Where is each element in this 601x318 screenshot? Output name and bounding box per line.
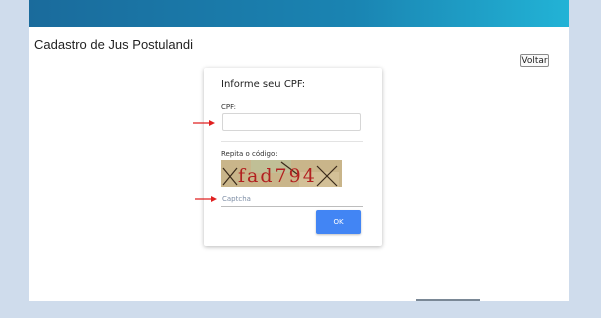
captcha-image: fad794 <box>221 160 342 187</box>
cpf-input[interactable] <box>222 113 361 131</box>
ok-button[interactable]: OK <box>316 210 361 234</box>
form-heading: Informe seu CPF: <box>221 79 306 90</box>
back-button[interactable]: Voltar <box>520 54 549 67</box>
captcha-input[interactable] <box>221 192 363 207</box>
top-navigation-bar <box>29 0 569 27</box>
red-arrow-annotation-icon <box>195 196 217 202</box>
captcha-text: fad794 <box>238 165 317 187</box>
red-arrow-annotation-icon <box>193 120 215 126</box>
captcha-label: Repita o código: <box>221 150 278 158</box>
cpf-label: CPF: <box>221 103 236 111</box>
page-container: Cadastro de Jus Postulandi Voltar Inform… <box>29 0 569 301</box>
form-divider <box>221 141 363 142</box>
cpf-form-card: Informe seu CPF: CPF: Repita o código: f… <box>204 68 382 246</box>
page-title: Cadastro de Jus Postulandi <box>34 37 193 52</box>
bottom-element-stub <box>416 299 480 301</box>
